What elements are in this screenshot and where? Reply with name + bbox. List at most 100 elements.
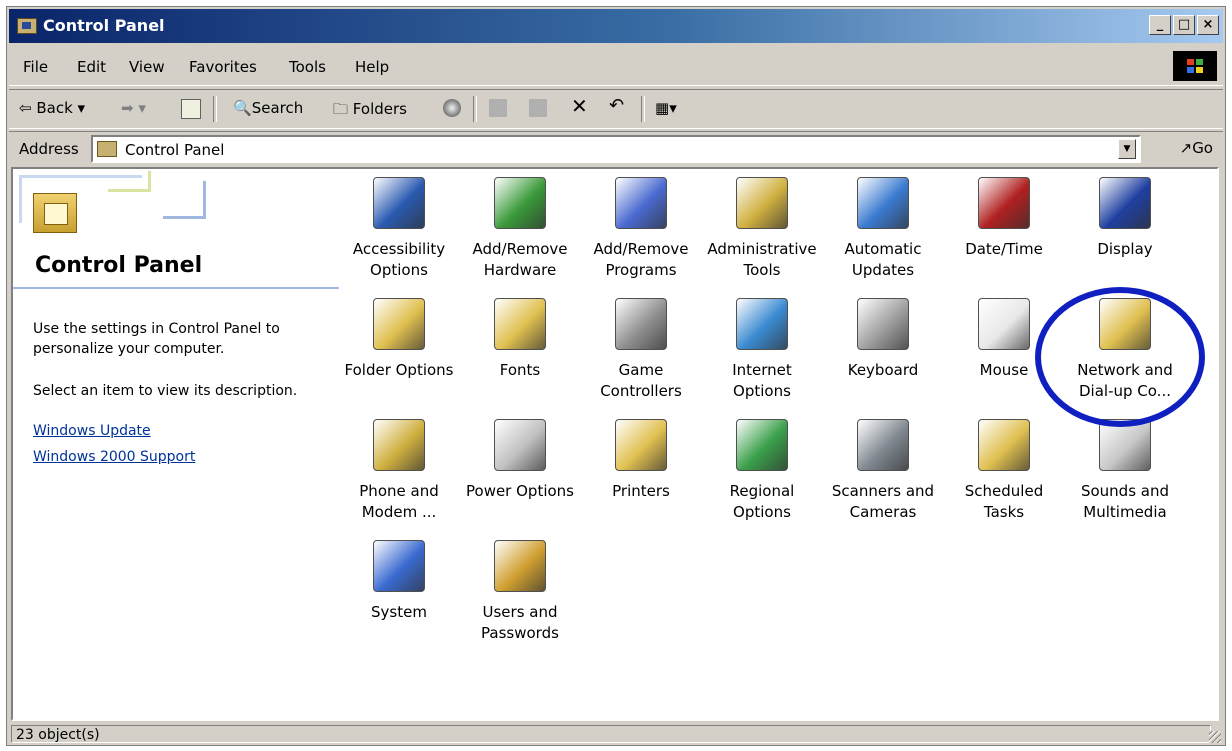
item-label: Internet Options — [732, 361, 792, 400]
display-icon — [1099, 177, 1151, 229]
item-phone[interactable]: Phone and Modem ... — [339, 419, 459, 523]
item-joystick[interactable]: Game Controllers — [581, 298, 701, 402]
printer-folder-icon — [615, 419, 667, 471]
mouse-icon — [978, 298, 1030, 350]
menu-view[interactable]: View — [129, 58, 165, 76]
item-users-key[interactable]: Users and Passwords — [460, 540, 580, 644]
search-icon: 🔍 — [233, 99, 252, 117]
item-label: Sounds and Multimedia — [1080, 482, 1170, 521]
windows-update-link[interactable]: Windows Update — [33, 423, 151, 439]
item-hardware[interactable]: Add/Remove Hardware — [460, 177, 580, 281]
menu-edit[interactable]: Edit — [77, 58, 106, 76]
phone-icon — [373, 419, 425, 471]
item-label: Administrative Tools — [707, 240, 817, 279]
views-button[interactable]: ▦▾ — [655, 99, 677, 117]
item-label: Accessibility Options — [352, 240, 446, 279]
item-accessibility[interactable]: Accessibility Options — [339, 177, 459, 281]
keyboard-icon — [857, 298, 909, 350]
windows-2000-support-link[interactable]: Windows 2000 Support — [33, 449, 195, 465]
minimize-button[interactable]: _ — [1149, 15, 1171, 35]
item-label: Folder Options — [344, 361, 454, 379]
undo-icon[interactable]: ↶ — [609, 95, 624, 116]
go-button[interactable]: ↗Go — [1180, 139, 1213, 157]
pane-hint: Select an item to view its description. — [33, 383, 298, 399]
windows-logo-icon — [1173, 51, 1217, 81]
item-computer[interactable]: System — [339, 540, 459, 623]
status-bar: 23 object(s) — [9, 723, 1223, 745]
item-fonts[interactable]: Fonts — [460, 298, 580, 381]
window-title: Control Panel — [43, 16, 165, 35]
calendar-clock-icon — [978, 177, 1030, 229]
item-label: Printers — [612, 482, 670, 500]
address-bar: Address Control Panel ▼ ↗Go — [9, 131, 1223, 166]
maximize-button[interactable]: □ — [1173, 15, 1195, 35]
item-label: Scanners and Cameras — [831, 482, 935, 521]
search-button[interactable]: 🔍Search — [233, 99, 303, 117]
close-button[interactable]: × — [1197, 15, 1219, 35]
windows-flag-icon — [857, 177, 909, 229]
programs-icon — [615, 177, 667, 229]
computer-icon — [373, 540, 425, 592]
item-folder-options[interactable]: Folder Options — [339, 298, 459, 381]
accessibility-icon — [373, 177, 425, 229]
item-scanner[interactable]: Scanners and Cameras — [823, 419, 943, 523]
internet-globe-icon — [736, 298, 788, 350]
folders-button[interactable]: 🗀 Folders — [333, 99, 407, 124]
highlight-circle — [1035, 287, 1205, 427]
admin-tools-icon — [736, 177, 788, 229]
item-label: Fonts — [499, 361, 541, 379]
folder-view: Control Panel Use the settings in Contro… — [11, 167, 1219, 721]
address-input[interactable]: Control Panel ▼ — [91, 135, 1141, 163]
address-dropdown-icon[interactable]: ▼ — [1118, 139, 1136, 159]
move-to-icon[interactable] — [489, 99, 507, 117]
item-label: Game Controllers — [600, 361, 682, 400]
item-scheduled-tasks[interactable]: Scheduled Tasks — [944, 419, 1064, 523]
menu-tools[interactable]: Tools — [289, 58, 326, 76]
item-programs[interactable]: Add/Remove Programs — [581, 177, 701, 281]
resize-grip-icon[interactable] — [1209, 731, 1221, 743]
web-view-pane: Control Panel Use the settings in Contro… — [13, 169, 343, 719]
control-panel-window: Control Panel _ □ × File Edit View Favor… — [6, 6, 1226, 746]
hardware-icon — [494, 177, 546, 229]
fonts-icon — [494, 298, 546, 350]
item-label: Phone and Modem ... — [359, 482, 439, 521]
address-label: Address — [19, 140, 79, 158]
power-plug-icon — [494, 419, 546, 471]
title-bar[interactable]: Control Panel _ □ × — [9, 9, 1223, 43]
copy-to-icon[interactable] — [529, 99, 547, 117]
pane-description: Use the settings in Control Panel to per… — [33, 321, 280, 357]
folders-icon: 🗀 — [333, 100, 349, 118]
forward-button[interactable]: ➡ ▾ — [121, 99, 146, 117]
control-panel-small-icon — [97, 141, 117, 157]
item-label: Add/Remove Programs — [593, 240, 689, 279]
folder-options-icon — [373, 298, 425, 350]
menu-favorites[interactable]: Favorites — [189, 58, 257, 76]
item-windows-flag[interactable]: Automatic Updates — [823, 177, 943, 281]
pane-heading: Control Panel — [35, 253, 203, 278]
users-key-icon — [494, 540, 546, 592]
menu-help[interactable]: Help — [355, 58, 389, 76]
item-label: Date/Time — [965, 240, 1043, 258]
item-keyboard[interactable]: Keyboard — [823, 298, 943, 381]
globe-icon — [736, 419, 788, 471]
item-display[interactable]: Display — [1065, 177, 1185, 260]
scanner-icon — [857, 419, 909, 471]
menu-file[interactable]: File — [23, 58, 48, 76]
item-power-plug[interactable]: Power Options — [460, 419, 580, 502]
history-icon[interactable] — [443, 99, 461, 117]
views-icon: ▦ — [655, 99, 670, 117]
item-speaker[interactable]: Sounds and Multimedia — [1065, 419, 1185, 523]
item-admin-tools[interactable]: Administrative Tools — [702, 177, 822, 281]
delete-icon[interactable]: ✕ — [571, 94, 588, 118]
item-label: Automatic Updates — [844, 240, 922, 279]
item-printer-folder[interactable]: Printers — [581, 419, 701, 502]
item-label: Keyboard — [847, 361, 919, 379]
item-calendar-clock[interactable]: Date/Time — [944, 177, 1064, 260]
control-panel-icon — [17, 18, 37, 34]
item-globe[interactable]: Regional Options — [702, 419, 822, 523]
item-internet-globe[interactable]: Internet Options — [702, 298, 822, 402]
joystick-icon — [615, 298, 667, 350]
item-label: Display — [1097, 240, 1153, 258]
back-button[interactable]: ⇦ Back ▾ — [19, 99, 85, 117]
up-folder-icon[interactable] — [181, 99, 201, 119]
